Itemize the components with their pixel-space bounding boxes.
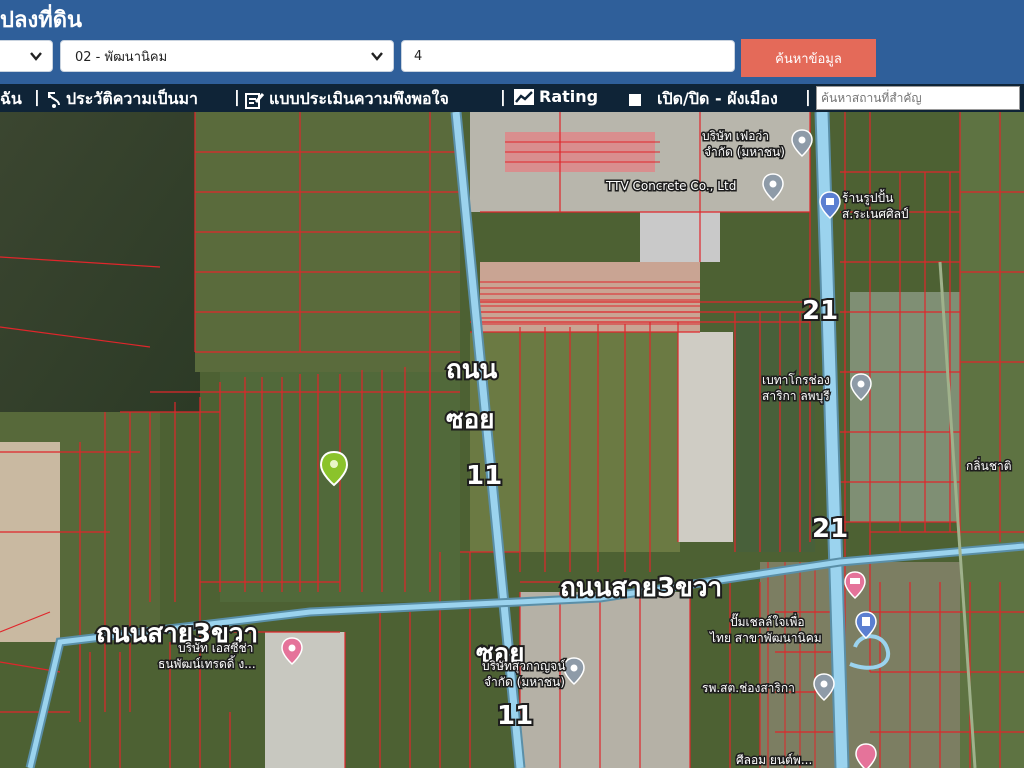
- road-label: 11: [497, 701, 533, 731]
- place-label: เบทาโกรช่อง: [762, 373, 830, 387]
- separator: |: [500, 87, 506, 106]
- place-label: บริษัท เฟอว่า: [702, 129, 769, 143]
- rating-link[interactable]: Rating: [513, 87, 598, 106]
- chevron-down-icon: [30, 52, 42, 61]
- search-button[interactable]: ค้นหาข้อมูล: [741, 39, 876, 77]
- place-label: TTV Concrete Co., Ltd: [605, 179, 736, 193]
- road-label: 11: [466, 461, 502, 491]
- district-select-value: 02 - พัฒนานิคม: [75, 49, 168, 65]
- village-area: [0, 442, 60, 642]
- checkbox[interactable]: [629, 93, 641, 106]
- place-label: ร้านรูปปั้น: [842, 189, 893, 206]
- separator-text: |: [500, 87, 506, 106]
- place-label: ไทย สาขาพัฒนานิคม: [709, 631, 822, 645]
- separator: |: [34, 87, 40, 106]
- survey-link-label: แบบประเมินความพึงพอใจ: [269, 89, 449, 108]
- separator-text: |: [234, 87, 240, 106]
- separator: |: [805, 87, 811, 106]
- chart-line-icon: [514, 88, 534, 105]
- toolbar-item-start-label: ฉัน: [0, 89, 22, 108]
- parcel-number-value: 4: [414, 48, 423, 64]
- place-label: ส.ระเนศศิลป์: [842, 207, 909, 221]
- place-label: สาริกา ลพบุรี: [762, 389, 830, 404]
- road-label: ถนนสาย3ขวา: [560, 573, 722, 603]
- rating-link-label: Rating: [539, 87, 599, 106]
- separator-text: |: [34, 87, 40, 106]
- factory-roof: [640, 212, 720, 262]
- place-label: จำกัด (มหาชน): [704, 145, 785, 159]
- parcel-number-input[interactable]: 4: [401, 40, 735, 72]
- zoning-toggle[interactable]: เปิด/ปิด - ผังเมือง: [629, 87, 778, 112]
- district-select[interactable]: 02 - พัฒนานิคม: [60, 40, 394, 72]
- place-label: ธนพัฒน์เทรดดิ้ ง...: [158, 655, 256, 671]
- place-label: ศีลอม ยนต์พ...: [736, 753, 812, 767]
- warehouse-roof: [678, 332, 733, 542]
- separator: |: [234, 87, 240, 106]
- field-area: [195, 112, 460, 372]
- clipboard-edit-icon: [245, 92, 265, 109]
- place-label: บริษัท เอสซีช่า: [178, 641, 253, 655]
- road-label: 21: [802, 296, 838, 326]
- history-link[interactable]: ประวัติความเป็นมา: [46, 87, 198, 112]
- field-area: [470, 332, 680, 552]
- history-link-label: ประวัติความเป็นมา: [66, 89, 199, 108]
- separator-text: |: [805, 87, 811, 106]
- province-select[interactable]: [0, 40, 53, 72]
- survey-link[interactable]: แบบประเมินความพึงพอใจ: [245, 87, 449, 112]
- toolbar-item-start[interactable]: ฉัน: [0, 87, 22, 112]
- place-label: รพ.สต.ช่องสาริกา: [702, 681, 795, 695]
- warehouse-roof: [265, 632, 345, 768]
- place-label: บริษัทสุวกาญจน์: [482, 659, 566, 674]
- history-icon: [48, 91, 60, 108]
- place-label: ปั๊มเชลล์ใจเพื่อ: [730, 613, 805, 629]
- map-view[interactable]: ถนน ซอย 11 ถนนสาย3ขวา ถนนสาย3ขวา ซอย 11 …: [0, 112, 1024, 768]
- place-search-input[interactable]: [816, 86, 1020, 110]
- road-label: ถนน: [446, 355, 498, 385]
- forest-area: [0, 112, 200, 412]
- field-area: [735, 312, 815, 552]
- chevron-down-icon: [371, 52, 383, 61]
- zoning-toggle-label: เปิด/ปิด - ผังเมือง: [657, 89, 778, 108]
- place-label: กลิ่นชาติ: [966, 457, 1012, 473]
- page-title: ปลงที่ดิน: [0, 8, 83, 33]
- road-label: 21: [812, 514, 848, 544]
- road-label: ซอย: [446, 405, 495, 435]
- place-label: จำกัด (มหาชน): [484, 675, 565, 689]
